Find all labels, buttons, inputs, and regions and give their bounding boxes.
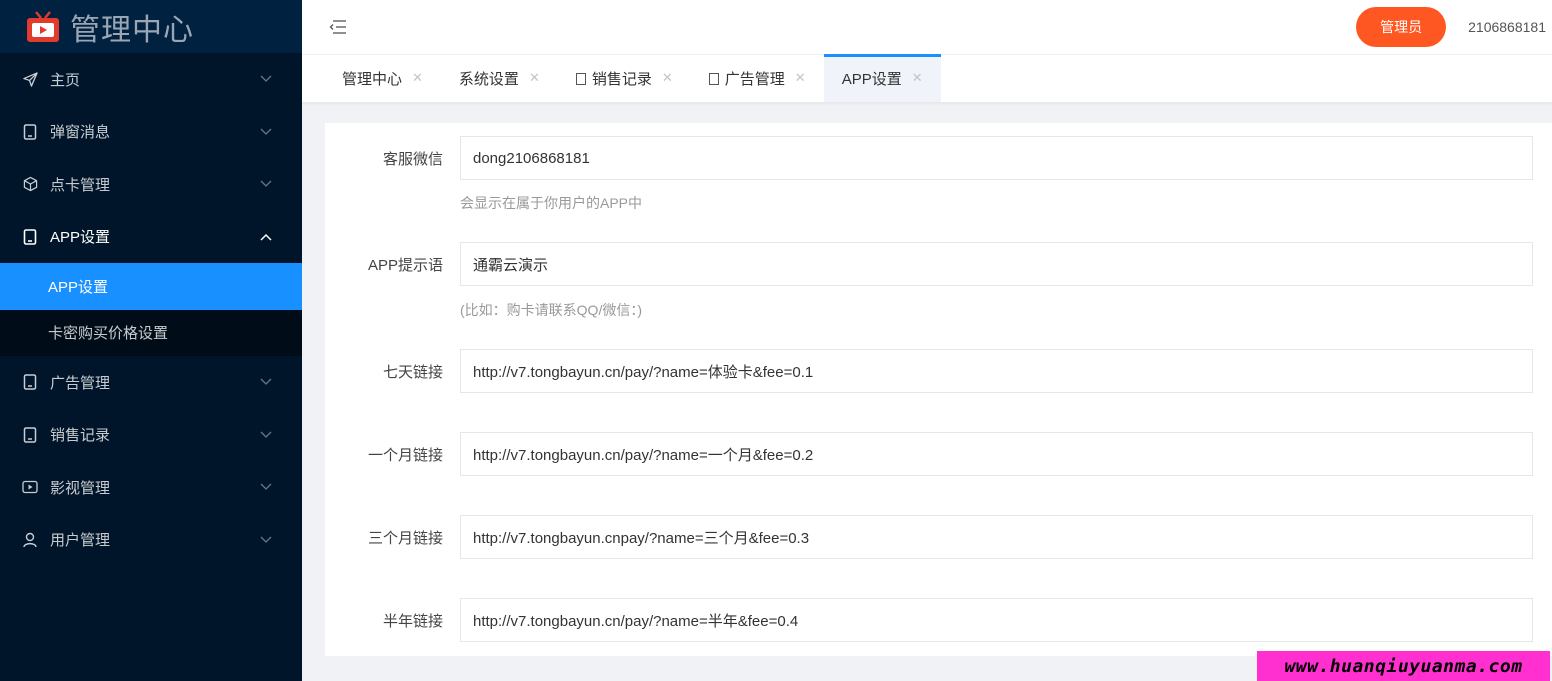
sidebar-item-label: APP设置 — [50, 229, 111, 247]
sidebar-item-card-management[interactable]: 点卡管理 — [0, 158, 302, 211]
role-button[interactable]: 管理员 — [1356, 7, 1447, 47]
page-icon — [708, 72, 719, 85]
form-row-seven-day-link: 七天链接 — [325, 349, 1533, 393]
send-icon — [22, 71, 38, 87]
tab-app-settings[interactable]: APP设置 ✕ — [823, 54, 941, 102]
three-month-link-input[interactable] — [460, 515, 1533, 559]
form-label: 客服微信 — [382, 150, 443, 168]
tablet-icon — [22, 124, 38, 140]
chevron-down-icon — [260, 481, 272, 493]
sidebar-item-label: 主页 — [50, 71, 81, 89]
close-icon[interactable]: ✕ — [795, 71, 806, 86]
chevron-down-icon — [260, 376, 272, 388]
sidebar-submenu-app-settings: APP设置 卡密购买价格设置 — [0, 263, 302, 356]
sidebar-item-label: 广告管理 — [50, 374, 111, 392]
half-year-link-input[interactable] — [460, 598, 1533, 642]
sidebar-item-ad-management[interactable]: 广告管理 — [0, 356, 302, 409]
play-icon — [22, 479, 38, 495]
menu-fold-icon[interactable] — [328, 17, 348, 37]
form-label: 半年链接 — [382, 612, 443, 630]
seven-day-link-input[interactable] — [460, 349, 1533, 393]
service-wechat-input[interactable] — [460, 136, 1533, 180]
chevron-up-icon — [260, 231, 272, 243]
tab-label: APP设置 — [841, 71, 902, 88]
top-header: 管理员 2106868181 — [302, 0, 1552, 54]
tab-system-settings[interactable]: 系统设置 ✕ — [441, 55, 558, 102]
form-label: APP提示语 — [367, 256, 443, 274]
form-row-app-prompt: APP提示语 — [325, 242, 1533, 286]
form-label: 三个月链接 — [367, 529, 443, 547]
sidebar-item-popup-messages[interactable]: 弹窗消息 — [0, 106, 302, 159]
sidebar-item-label: 用户管理 — [50, 532, 111, 550]
close-icon[interactable]: ✕ — [662, 71, 673, 86]
tablet-icon — [22, 427, 38, 443]
tab-label: 系统设置 — [458, 71, 519, 88]
watermark: www.huanqiuyuanma.com — [1257, 651, 1550, 681]
chevron-down-icon — [260, 429, 272, 441]
app-prompt-hint: (比如：购卡请联系QQ/微信：) — [460, 302, 642, 318]
close-icon[interactable]: ✕ — [912, 71, 923, 86]
tab-label: 广告管理 — [724, 71, 785, 88]
tablet-icon — [22, 228, 38, 245]
page-tabs: 管理中心 ✕ 系统设置 ✕ 销售记录 ✕ 广告管理 ✕ APP设置 ✕ — [302, 54, 1552, 102]
tablet-icon — [22, 374, 38, 390]
form-row-three-month-link: 三个月链接 — [325, 515, 1533, 559]
page-icon — [575, 72, 586, 85]
user-icon — [22, 532, 38, 548]
form-label: 一个月链接 — [367, 446, 443, 464]
tv-icon — [24, 10, 62, 44]
close-icon[interactable]: ✕ — [412, 71, 423, 86]
chevron-down-icon — [260, 73, 272, 85]
sidebar-item-home[interactable]: 主页 — [0, 53, 302, 106]
sidebar-item-label: 影视管理 — [50, 479, 111, 497]
tab-sales-records[interactable]: 销售记录 ✕ — [558, 55, 691, 102]
header-user-area: 管理员 2106868181 — [1356, 7, 1552, 47]
logo-title: 管理中心 — [70, 12, 194, 48]
sidebar-item-label: 弹窗消息 — [50, 124, 111, 142]
sidebar-item-video-management[interactable]: 影视管理 — [0, 461, 302, 514]
sidebar-subitem-app-settings[interactable]: APP设置 — [0, 263, 302, 310]
close-icon[interactable]: ✕ — [529, 71, 540, 86]
app-prompt-input[interactable] — [460, 242, 1533, 286]
service-wechat-hint: 会显示在属于你用户的APP中 — [460, 195, 643, 211]
sidebar-item-app-settings[interactable]: APP设置 — [0, 211, 302, 264]
username[interactable]: 2106868181 — [1468, 19, 1546, 35]
sidebar-menu: 主页 弹窗消息 点卡管理 APP设置 APP设置 卡密购买价格设置 广告管理 销… — [0, 53, 302, 566]
tab-label: 管理中心 — [342, 71, 403, 88]
form-row-one-month-link: 一个月链接 — [325, 432, 1533, 476]
sidebar-item-label: 点卡管理 — [50, 176, 111, 194]
chevron-down-icon — [260, 178, 272, 190]
tab-label: 销售记录 — [591, 71, 652, 88]
app-settings-form: 客服微信 会显示在属于你用户的APP中 APP提示语 (比如：购卡请联系QQ/微… — [325, 123, 1552, 656]
sidebar-item-label: 销售记录 — [50, 427, 111, 445]
logo[interactable]: 管理中心 — [0, 0, 302, 53]
chevron-down-icon — [260, 126, 272, 138]
sidebar-item-user-management[interactable]: 用户管理 — [0, 514, 302, 567]
tab-admin-center[interactable]: 管理中心 ✕ — [324, 55, 441, 102]
one-month-link-input[interactable] — [460, 432, 1533, 476]
chevron-down-icon — [260, 534, 272, 546]
form-row-half-year-link: 半年链接 — [325, 598, 1533, 642]
sidebar-item-sales-records[interactable]: 销售记录 — [0, 409, 302, 462]
sidebar: 管理中心 主页 弹窗消息 点卡管理 APP设置 APP设置 卡密购买价格设置 广… — [0, 0, 302, 681]
form-row-service-wechat: 客服微信 — [325, 136, 1533, 180]
form-label: 七天链接 — [382, 363, 443, 381]
tab-ad-management[interactable]: 广告管理 ✕ — [691, 55, 824, 102]
cube-icon — [22, 176, 38, 192]
sidebar-subitem-card-price-settings[interactable]: 卡密购买价格设置 — [0, 310, 302, 357]
